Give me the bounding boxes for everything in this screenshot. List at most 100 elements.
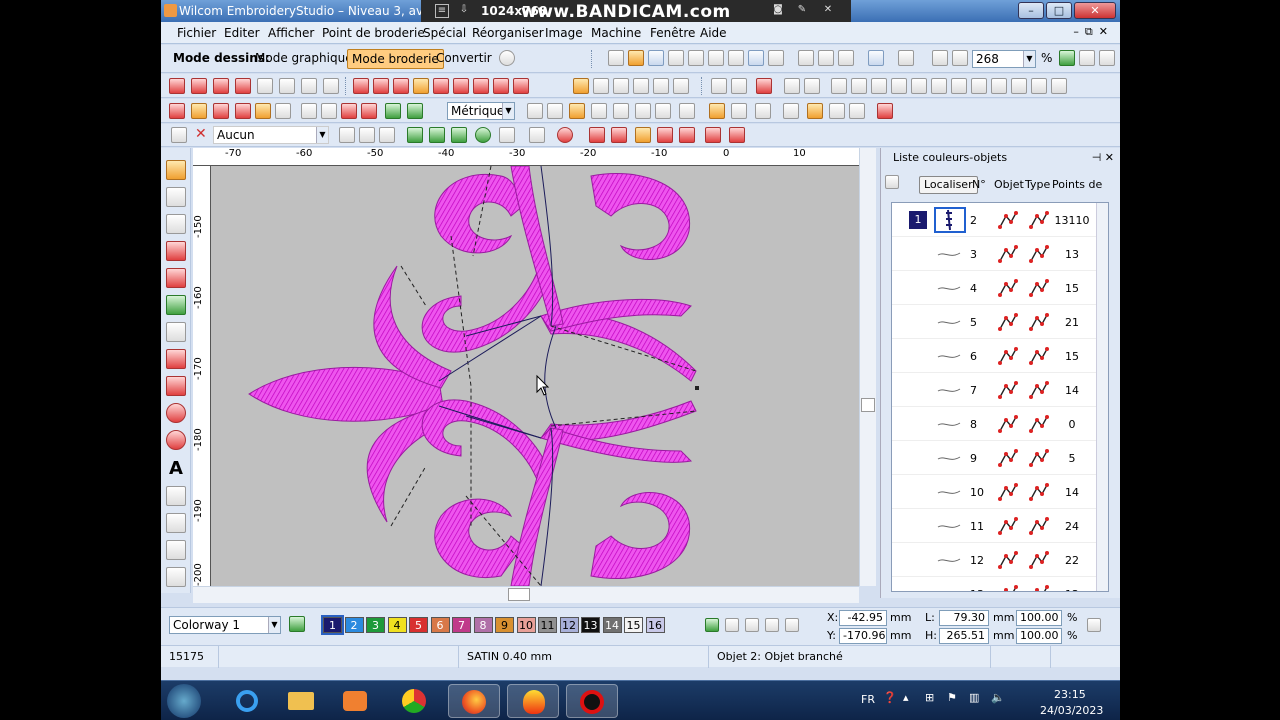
- table-row[interactable]: 4 15: [892, 271, 1098, 305]
- 3d-icon[interactable]: [633, 78, 649, 94]
- align-icon[interactable]: [891, 78, 907, 94]
- align-icon[interactable]: [831, 78, 847, 94]
- stitch-type-icon[interactable]: [191, 78, 207, 94]
- effect-icon[interactable]: [593, 78, 609, 94]
- table-row[interactable]: 7 14: [892, 373, 1098, 407]
- table-row[interactable]: 95: [892, 441, 1098, 475]
- satin-tool-icon[interactable]: [166, 241, 186, 261]
- tool-icon[interactable]: [339, 127, 355, 143]
- frame-icon[interactable]: [166, 540, 186, 560]
- tool-icon[interactable]: [379, 127, 395, 143]
- checkbox-icon[interactable]: [783, 103, 799, 119]
- pin-icon[interactable]: [635, 103, 651, 119]
- redo-icon[interactable]: [898, 50, 914, 66]
- lock-proportions-icon[interactable]: [1087, 618, 1101, 632]
- tool-active-icon[interactable]: [709, 103, 725, 119]
- needle-icon[interactable]: [275, 103, 291, 119]
- align-icon[interactable]: [871, 78, 887, 94]
- grid-icon[interactable]: [301, 103, 317, 119]
- zoom-box-icon[interactable]: [952, 50, 968, 66]
- fabric-icon[interactable]: [171, 127, 187, 143]
- refresh-icon[interactable]: [407, 103, 423, 119]
- recorder-pin-icon[interactable]: ⇩: [457, 4, 471, 18]
- open-folder-icon[interactable]: [628, 50, 644, 66]
- help-icon[interactable]: ❓: [883, 691, 897, 704]
- table-row[interactable]: 11 24: [892, 509, 1098, 543]
- lock-icon[interactable]: [613, 103, 629, 119]
- chrome-icon[interactable]: [389, 684, 441, 718]
- fill-tool-icon[interactable]: [166, 295, 186, 315]
- x-field[interactable]: -42.95: [839, 610, 887, 626]
- zoom-icon[interactable]: [932, 50, 948, 66]
- line-tool-icon[interactable]: [166, 376, 186, 396]
- maximize-button[interactable]: □: [1046, 2, 1072, 19]
- color-swatch[interactable]: 11: [538, 617, 557, 633]
- monogram-icon[interactable]: [166, 486, 186, 506]
- select-arrow-icon[interactable]: [166, 160, 186, 180]
- stitch-effect-icon[interactable]: [493, 78, 509, 94]
- color-swatch[interactable]: 15: [624, 617, 643, 633]
- send-icon[interactable]: [748, 50, 764, 66]
- collapse-icon[interactable]: [885, 175, 899, 189]
- tool-icon[interactable]: [745, 618, 759, 632]
- palette-icon[interactable]: [289, 616, 305, 632]
- stitch-type-icon[interactable]: [279, 78, 295, 94]
- chevron-down-icon[interactable]: ▼: [1023, 51, 1035, 67]
- align-icon[interactable]: [991, 78, 1007, 94]
- cut-icon[interactable]: [798, 50, 814, 66]
- bandicam-icon[interactable]: [566, 684, 618, 718]
- effect-icon[interactable]: [673, 78, 689, 94]
- tool-icon[interactable]: [359, 127, 375, 143]
- align-icon[interactable]: [1011, 78, 1027, 94]
- explorer-icon[interactable]: [275, 684, 327, 718]
- clock-time[interactable]: 23:15: [1054, 688, 1086, 701]
- align-icon[interactable]: [951, 78, 967, 94]
- undo-icon[interactable]: [868, 50, 884, 66]
- image-icon[interactable]: [321, 103, 337, 119]
- export-icon[interactable]: [728, 50, 744, 66]
- hoop-icon[interactable]: [166, 567, 186, 587]
- thread-icon[interactable]: [361, 103, 377, 119]
- copy-icon[interactable]: [818, 50, 834, 66]
- shape-icon[interactable]: [213, 103, 229, 119]
- stitch-type-icon[interactable]: [235, 78, 251, 94]
- list-scrollbar[interactable]: [1096, 203, 1108, 591]
- effect-icon[interactable]: [613, 78, 629, 94]
- pen-icon[interactable]: ✎: [795, 4, 809, 18]
- minimize-button[interactable]: –: [1018, 2, 1044, 19]
- tool-icon[interactable]: [765, 618, 779, 632]
- media-player-icon[interactable]: [329, 684, 381, 718]
- tool-icon[interactable]: [657, 127, 673, 143]
- pencil-icon[interactable]: [255, 103, 271, 119]
- units-combo[interactable]: Métrique ▼: [447, 102, 515, 120]
- tool-icon[interactable]: [499, 127, 515, 143]
- color-swatch[interactable]: 2: [344, 617, 364, 633]
- tool-icon[interactable]: [785, 618, 799, 632]
- measure-icon[interactable]: [547, 103, 563, 119]
- tray-app-icon[interactable]: ⊞: [925, 691, 934, 704]
- stitch-effect-icon[interactable]: [393, 78, 409, 94]
- print-icon[interactable]: [688, 50, 704, 66]
- screenshot-icon[interactable]: ◙: [771, 4, 785, 18]
- menu-fichier[interactable]: Fichier: [177, 26, 216, 40]
- effect-icon[interactable]: [653, 78, 669, 94]
- close-button[interactable]: ✕: [1074, 2, 1116, 19]
- network-icon[interactable]: ▥: [969, 691, 979, 704]
- volume-icon[interactable]: 🔈: [991, 691, 1005, 704]
- tool-active-icon[interactable]: [635, 127, 651, 143]
- run-tool-icon[interactable]: [166, 268, 186, 288]
- tool-icon[interactable]: [705, 127, 721, 143]
- tool-icon[interactable]: [729, 127, 745, 143]
- tool-icon[interactable]: [589, 127, 605, 143]
- stitch-effect-icon[interactable]: [373, 78, 389, 94]
- chevron-down-icon[interactable]: ▼: [502, 103, 514, 119]
- group-icon[interactable]: [711, 78, 727, 94]
- tool-icon[interactable]: [611, 127, 627, 143]
- chevron-down-icon[interactable]: ▼: [316, 127, 328, 143]
- view-icon[interactable]: [1079, 50, 1095, 66]
- lock-icon[interactable]: [784, 78, 800, 94]
- color-swatch[interactable]: 12: [559, 617, 579, 633]
- unlock-icon[interactable]: [804, 78, 820, 94]
- arrow-icon[interactable]: [655, 103, 671, 119]
- flag-icon[interactable]: ⚑: [947, 691, 957, 704]
